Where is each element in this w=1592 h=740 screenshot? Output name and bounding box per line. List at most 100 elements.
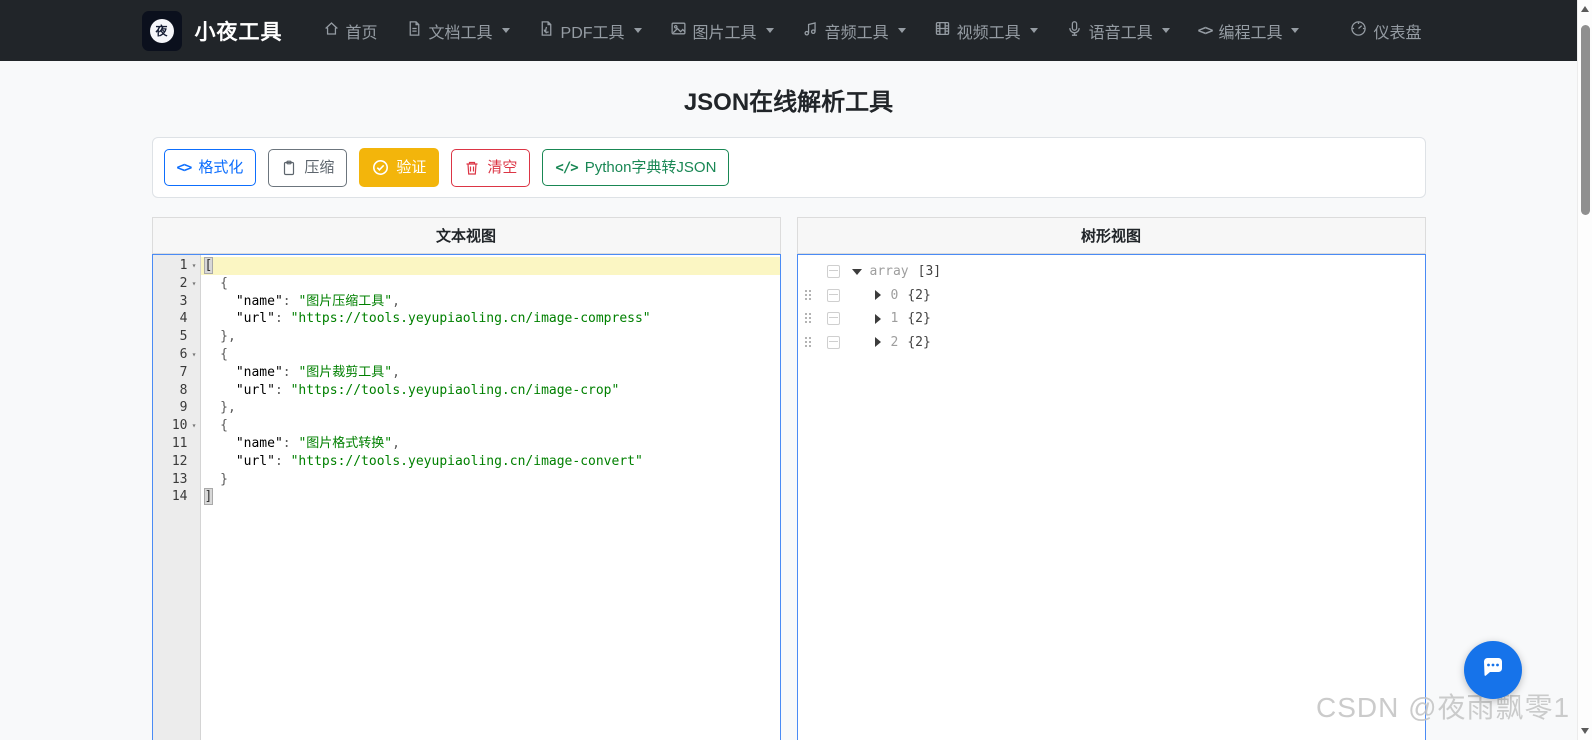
line-number: 3 [179, 293, 188, 309]
pdf-icon [538, 20, 555, 42]
code-line-11[interactable]: 11 "name": "图片格式转换", [153, 435, 780, 453]
tree-view-header: 树形视图 [796, 217, 1426, 254]
chevron-down-icon [897, 28, 906, 33]
line-number: 4 [179, 311, 188, 327]
copy-node-icon[interactable] [826, 265, 840, 278]
tree-view-panel: 树形视图 array [3] 0 {2} 1 {2} 2 {2} [796, 217, 1426, 740]
expand-caret-icon[interactable] [874, 313, 881, 324]
line-number: 12 [171, 453, 188, 469]
drag-handle-icon[interactable] [804, 313, 812, 324]
toolbar: <> 格式化 压缩 验证 清空 </> Python字典转JSON [151, 137, 1426, 198]
line-number: 1 [179, 258, 188, 273]
button-label: Python字典转JSON [584, 159, 717, 176]
chat-button[interactable] [1464, 641, 1522, 699]
chat-bubble-icon [1479, 654, 1507, 687]
code-line-7[interactable]: 7 "name": "图片裁剪工具", [153, 364, 780, 382]
copy-node-icon[interactable] [826, 312, 840, 325]
tree-row-1[interactable]: 0 {2} [798, 284, 1425, 308]
watermark: CSDN @夜雨飘零1 [1316, 692, 1571, 723]
nav-item-2[interactable]: PDF工具 [524, 11, 656, 51]
chevron-down-icon [1029, 28, 1038, 33]
page-title: JSON在线解析工具 [683, 89, 894, 116]
clipboard-icon [281, 160, 297, 176]
page: 夜 小夜工具 首页 文档工具 PDF工具 图片工具 音频工具 视频工具 语音工具 <> 编程工具… [0, 0, 1577, 740]
code-line-12[interactable]: 12 "url": "https://tools.yeyupiaoling.cn… [153, 453, 780, 471]
code-slash-icon: </> [555, 159, 578, 176]
tree-node-badge: [3] [917, 264, 942, 280]
navbar: 夜 小夜工具 首页 文档工具 PDF工具 图片工具 音频工具 视频工具 语音工具 <> 编程工具… [0, 0, 1577, 61]
nav-item-5[interactable]: 视频工具 [920, 11, 1052, 51]
fold-caret-icon[interactable]: ▾ [188, 346, 201, 364]
tree-node-badge: {2} [907, 334, 931, 350]
nav-item-label: 音频工具 [824, 24, 889, 42]
format-button[interactable]: <> 格式化 [163, 149, 257, 186]
scrollbar-thumb[interactable] [1581, 25, 1590, 215]
code-line-2[interactable]: 2 ▾ { [153, 275, 780, 293]
copy-node-icon[interactable] [826, 288, 840, 302]
code-line-8[interactable]: 8 "url": "https://tools.yeyupiaoling.cn/… [153, 382, 780, 400]
line-number: 2 [179, 275, 188, 291]
scroll-up-arrow[interactable] [1581, 6, 1589, 12]
tree-row-0[interactable]: array [3] [798, 260, 1425, 284]
collapse-caret-icon[interactable] [851, 268, 862, 275]
tree-node-label: 2 [890, 334, 899, 350]
nav-item-3[interactable]: 图片工具 [656, 11, 788, 51]
nav-item-7[interactable]: <> 编程工具 [1184, 11, 1314, 51]
fold-caret-icon[interactable]: ▾ [188, 417, 201, 435]
code-line-9[interactable]: 9 }, [153, 399, 780, 417]
nav-item-6[interactable]: 语音工具 [1052, 11, 1184, 51]
chevron-down-icon [765, 28, 774, 33]
nav-item-label: PDF工具 [560, 24, 625, 42]
chevron-down-icon [633, 28, 642, 33]
code-line-5[interactable]: 5 }, [153, 328, 780, 346]
drag-handle-icon[interactable] [804, 289, 812, 301]
scroll-down-arrow[interactable] [1581, 728, 1589, 734]
brand-title[interactable]: 小夜工具 [195, 16, 283, 46]
line-number: 14 [171, 489, 188, 505]
expand-caret-icon[interactable] [874, 290, 881, 301]
code-line-13[interactable]: 13 } [153, 471, 780, 489]
json-text-editor[interactable]: 1 ▾[2 ▾ {3 "name": "图片压缩工具", 4 "url": "http… [151, 254, 781, 740]
nav-item-4[interactable]: 音频工具 [788, 11, 920, 51]
nav-item-dashboard[interactable]: 仪表盘 [1336, 11, 1435, 51]
code-line-1[interactable]: 1 ▾[ [153, 257, 780, 275]
py2json-button[interactable]: </> Python字典转JSON [542, 149, 730, 186]
page-scrollbar[interactable] [1577, 0, 1592, 740]
tree-node-label: 0 [890, 287, 899, 303]
file-icon [406, 20, 423, 42]
button-label: 清空 [487, 159, 518, 176]
button-label: 压缩 [304, 159, 335, 176]
code-line-10[interactable]: 10 ▾ { [153, 417, 780, 435]
code-line-4[interactable]: 4 "url": "https://tools.yeyupiaoling.cn/… [153, 310, 780, 328]
music-icon [802, 20, 819, 42]
tree-row-2[interactable]: 1 {2} [798, 307, 1425, 331]
copy-node-icon[interactable] [826, 335, 840, 349]
validate-button[interactable]: 验证 [359, 148, 440, 187]
navbar-menu: 首页 文档工具 PDF工具 图片工具 音频工具 视频工具 语音工具 <> 编程工具 [309, 11, 1337, 51]
nav-item-label: 视频工具 [956, 24, 1021, 42]
code-line-6[interactable]: 6 ▾ { [153, 346, 780, 364]
nav-item-label: 首页 [345, 24, 378, 42]
drag-handle-icon[interactable] [804, 336, 812, 348]
tree-row-3[interactable]: 2 {2} [798, 331, 1425, 355]
code-lines[interactable]: 1 ▾[2 ▾ {3 "name": "图片压缩工具", 4 "url": "http… [152, 255, 780, 740]
expand-caret-icon[interactable] [874, 337, 881, 348]
compress-button[interactable]: 压缩 [268, 148, 348, 187]
clear-button[interactable]: 清空 [451, 148, 531, 187]
nav-item-1[interactable]: 文档工具 [392, 11, 524, 51]
json-tree-editor[interactable]: array [3] 0 {2} 1 {2} 2 {2} [796, 254, 1426, 740]
film-icon [934, 20, 951, 42]
code-line-3[interactable]: 3 "name": "图片压缩工具", [153, 293, 780, 311]
nav-item-label: 编程工具 [1218, 24, 1283, 42]
chevron-down-icon [1291, 28, 1300, 33]
fold-caret-icon[interactable]: ▾ [188, 257, 201, 275]
button-label: 格式化 [198, 159, 244, 176]
mic-icon [1066, 20, 1083, 42]
code-line-14[interactable]: 14] [153, 488, 780, 506]
line-number: 6 [179, 346, 188, 362]
nav-item-0[interactable]: 首页 [309, 11, 392, 51]
navbar-right: 仪表盘 [1336, 11, 1435, 51]
app-logo[interactable]: 夜 [141, 10, 182, 51]
fold-caret-icon[interactable]: ▾ [188, 275, 201, 293]
trash-icon [464, 160, 480, 176]
